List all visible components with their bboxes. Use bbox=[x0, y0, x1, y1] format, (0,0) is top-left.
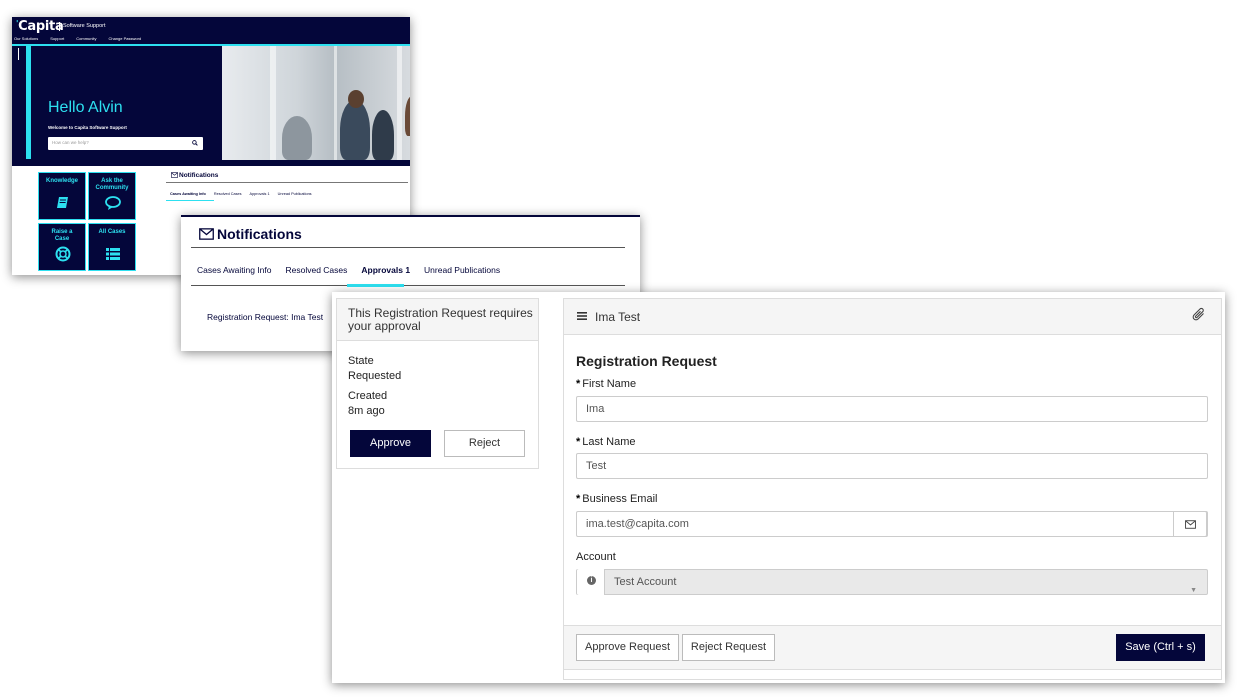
info-icon: i bbox=[587, 576, 596, 585]
info-button[interactable]: i bbox=[577, 569, 605, 595]
hero-accent-bar bbox=[26, 46, 31, 159]
account-field[interactable]: i Test Account ▼ bbox=[576, 569, 1208, 595]
reject-button[interactable]: Reject bbox=[444, 430, 525, 457]
hero-bottom-bar bbox=[12, 160, 410, 165]
tab-cases-awaiting-info[interactable]: Cases Awaiting Info bbox=[170, 192, 206, 196]
form-header: Ima Test bbox=[564, 299, 1221, 335]
nav-support[interactable]: Support bbox=[50, 36, 64, 41]
label-text: Business Email bbox=[582, 493, 658, 505]
created-value: 8m ago bbox=[348, 405, 385, 417]
save-button[interactable]: Save (Ctrl + s) bbox=[1116, 634, 1205, 661]
tile-label: Raise a Case bbox=[51, 229, 73, 242]
capita-logo[interactable]: 'Capita bbox=[16, 19, 64, 34]
portal-nav: Our Solutions Support Community Change P… bbox=[14, 36, 141, 41]
lifebuoy-icon bbox=[55, 246, 71, 262]
hero-photo bbox=[222, 46, 410, 160]
tile-label: Knowledge bbox=[45, 178, 78, 184]
tab-approvals[interactable]: Approvals 1 bbox=[250, 192, 270, 196]
required-marker: * bbox=[576, 378, 581, 390]
required-marker: * bbox=[576, 493, 581, 505]
greeting-heading: Hello Alvin bbox=[48, 99, 123, 116]
state-value: Requested bbox=[348, 370, 402, 382]
paperclip-icon[interactable] bbox=[1191, 307, 1207, 323]
search-icon[interactable] bbox=[192, 140, 198, 146]
tile-all-cases[interactable]: All Cases bbox=[88, 223, 136, 271]
label-text: Last Name bbox=[582, 436, 636, 448]
approval-card: This Registration Request requires your … bbox=[336, 298, 539, 469]
email-button[interactable] bbox=[1173, 511, 1207, 537]
hero-tick bbox=[18, 48, 19, 60]
notifications-tabs: Cases Awaiting Info Resolved Cases Appro… bbox=[197, 265, 514, 275]
tile-label: All Cases bbox=[98, 229, 126, 235]
approval-window: This Registration Request requires your … bbox=[332, 292, 1225, 683]
approval-card-title: This Registration Request requires your … bbox=[348, 306, 533, 333]
last-name-label: * Last Name bbox=[576, 436, 635, 448]
active-tab-indicator bbox=[347, 284, 404, 287]
tile-label: Ask the Community bbox=[95, 178, 129, 191]
divider bbox=[191, 247, 625, 248]
portal-notifications-title: Notifications bbox=[171, 172, 218, 179]
tile-raise-case[interactable]: Raise a Case bbox=[38, 223, 86, 271]
tab-resolved-cases[interactable]: Resolved Cases bbox=[286, 265, 354, 275]
form-heading: Registration Request bbox=[576, 353, 717, 369]
registration-form-panel: Ima Test Registration Request * First Nam… bbox=[563, 298, 1222, 680]
tab-cases-awaiting-info[interactable]: Cases Awaiting Info bbox=[197, 265, 278, 275]
divider bbox=[191, 285, 625, 286]
notifications-label: Notifications bbox=[217, 226, 302, 242]
book-icon bbox=[57, 197, 68, 208]
active-tab-indicator bbox=[166, 200, 214, 201]
chevron-down-icon[interactable]: ▼ bbox=[1190, 579, 1197, 603]
nav-change-password[interactable]: Change Password bbox=[108, 36, 141, 41]
state-label: State bbox=[348, 355, 374, 367]
notifications-title: Notifications bbox=[199, 226, 302, 242]
nav-our-solutions[interactable]: Our Solutions bbox=[14, 36, 38, 41]
email-value: ima.test@capita.com bbox=[586, 518, 689, 530]
welcome-text: Welcome to Capita Software Support bbox=[48, 125, 127, 130]
approve-button[interactable]: Approve bbox=[350, 430, 431, 457]
envelope-icon bbox=[199, 228, 214, 240]
required-marker: * bbox=[576, 436, 581, 448]
record-title: Ima Test bbox=[595, 310, 641, 324]
label-text: First Name bbox=[582, 378, 637, 390]
tab-approvals[interactable]: Approvals 1 bbox=[361, 265, 416, 275]
list-icon bbox=[106, 248, 120, 260]
tab-unread-publications[interactable]: Unread Publications bbox=[424, 265, 506, 275]
first-name-label: * First Name bbox=[576, 378, 636, 390]
search-placeholder: How can we help? bbox=[52, 140, 89, 145]
approval-card-header: This Registration Request requires your … bbox=[337, 299, 538, 341]
portal-tabs: Cases Awaiting Info Resolved Cases Appro… bbox=[170, 192, 312, 196]
created-label: Created bbox=[348, 390, 388, 402]
tile-ask-community[interactable]: Ask the Community bbox=[88, 172, 136, 220]
nav-community[interactable]: Community bbox=[76, 36, 96, 41]
last-name-field[interactable]: Test bbox=[576, 453, 1208, 479]
portal-subtitle: Software Support bbox=[59, 22, 106, 31]
menu-icon[interactable] bbox=[577, 311, 587, 321]
divider bbox=[166, 182, 408, 183]
chat-icon bbox=[105, 196, 121, 210]
tab-unread-publications[interactable]: Unread Publications bbox=[278, 192, 312, 196]
envelope-icon bbox=[1185, 520, 1196, 529]
portal-search-input[interactable]: How can we help? bbox=[48, 137, 203, 150]
account-value: Test Account bbox=[614, 576, 677, 588]
approve-request-button[interactable]: Approve Request bbox=[576, 634, 679, 661]
reject-request-button[interactable]: Reject Request bbox=[682, 634, 775, 661]
account-label: Account bbox=[576, 551, 616, 563]
notification-item[interactable]: Registration Request: Ima Test bbox=[207, 312, 323, 322]
business-email-label: * Business Email bbox=[576, 493, 657, 505]
first-name-field[interactable]: Ima bbox=[576, 396, 1208, 422]
tile-knowledge[interactable]: Knowledge bbox=[38, 172, 86, 220]
logo-text: Capita bbox=[18, 19, 64, 34]
envelope-icon bbox=[171, 172, 178, 178]
tab-resolved-cases[interactable]: Resolved Cases bbox=[214, 192, 242, 196]
business-email-field[interactable]: ima.test@capita.com bbox=[576, 511, 1208, 537]
notifications-label: Notifications bbox=[179, 172, 219, 179]
form-footer: Approve Request Reject Request Save (Ctr… bbox=[564, 625, 1221, 670]
